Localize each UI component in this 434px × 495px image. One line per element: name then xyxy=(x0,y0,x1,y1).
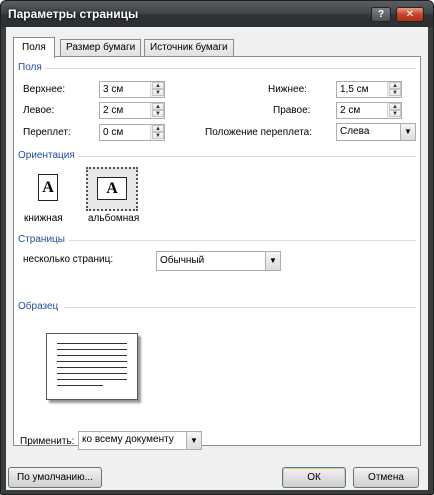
section-divider xyxy=(69,240,416,241)
right-margin-spinner[interactable]: 2 см ▲ ▼ xyxy=(336,102,402,119)
spin-up-icon[interactable]: ▲ xyxy=(389,82,401,89)
preview-line xyxy=(57,343,127,344)
section-pages: Страницы xyxy=(18,234,65,245)
section-preview: Образец xyxy=(18,301,59,312)
gutter-position-value: Слева xyxy=(340,126,370,137)
spin-down-icon[interactable]: ▼ xyxy=(389,110,401,117)
dialog-title: Параметры страницы xyxy=(8,7,139,21)
spin-down-icon[interactable]: ▼ xyxy=(152,110,164,117)
tab-paper-source[interactable]: Источник бумаги xyxy=(144,39,234,57)
dialog-client-area: Поля Размер бумаги Источник бумаги Поля … xyxy=(6,27,428,490)
landscape-page-icon: A xyxy=(97,177,127,200)
section-orientation: Ориентация xyxy=(18,150,75,161)
spin-up-icon[interactable]: ▲ xyxy=(152,103,164,110)
right-margin-value: 2 см xyxy=(340,105,361,116)
left-margin-value: 2 см xyxy=(103,105,124,116)
top-margin-value: 3 см xyxy=(103,84,124,95)
preview-line xyxy=(57,349,127,350)
page-setup-dialog: Параметры страницы ? ✕ Поля Размер бумаг… xyxy=(0,0,434,495)
gutter-position-label: Положение переплета: xyxy=(205,127,313,138)
chevron-down-icon[interactable]: ▼ xyxy=(265,252,280,270)
section-divider xyxy=(44,68,416,69)
spin-down-icon[interactable]: ▼ xyxy=(389,89,401,96)
help-button[interactable]: ? xyxy=(371,7,391,22)
apply-to-select[interactable]: ко всему документу ▼ xyxy=(78,431,202,450)
top-margin-label: Верхнее: xyxy=(23,84,66,95)
bottom-margin-value: 1,5 см xyxy=(340,84,369,95)
preview-line xyxy=(57,361,127,362)
spin-down-icon[interactable]: ▼ xyxy=(152,132,164,139)
chevron-down-icon[interactable]: ▼ xyxy=(186,432,201,449)
gutter-spinner[interactable]: 0 см ▲ ▼ xyxy=(99,124,165,141)
left-margin-spinner[interactable]: 2 см ▲ ▼ xyxy=(99,102,165,119)
close-button[interactable]: ✕ xyxy=(396,7,424,22)
section-divider xyxy=(64,307,416,308)
preview-line xyxy=(57,355,127,356)
page-preview xyxy=(46,333,138,400)
bottom-margin-spinner[interactable]: 1,5 см ▲ ▼ xyxy=(336,81,402,98)
spin-up-icon[interactable]: ▲ xyxy=(389,103,401,110)
landscape-orientation-button[interactable]: A xyxy=(86,167,138,211)
multiple-pages-label: несколько страниц: xyxy=(23,254,114,265)
top-margin-spinner[interactable]: 3 см ▲ ▼ xyxy=(99,81,165,98)
multiple-pages-value: Обычный xyxy=(160,255,205,266)
cancel-button[interactable]: Отмена xyxy=(353,467,419,488)
set-default-button[interactable]: По умолчанию... xyxy=(8,467,102,488)
apply-to-value: ко всему документу xyxy=(82,434,174,445)
gutter-value: 0 см xyxy=(103,127,124,138)
preview-line xyxy=(57,373,127,374)
bottom-margin-label: Нижнее: xyxy=(268,84,307,95)
portrait-orientation-button[interactable]: A xyxy=(26,169,66,209)
spin-down-icon[interactable]: ▼ xyxy=(152,89,164,96)
gutter-label: Переплет: xyxy=(23,127,71,138)
tab-margins[interactable]: Поля xyxy=(13,37,55,58)
section-divider xyxy=(79,156,416,157)
ok-button[interactable]: ОК xyxy=(282,467,346,488)
portrait-page-icon: A xyxy=(38,174,58,201)
portrait-label: книжная xyxy=(24,213,63,224)
chevron-down-icon[interactable]: ▼ xyxy=(400,124,415,140)
left-margin-label: Левое: xyxy=(23,105,55,116)
preview-line xyxy=(57,379,127,380)
section-margins: Поля xyxy=(18,62,42,73)
right-margin-label: Правое: xyxy=(273,105,311,116)
preview-line xyxy=(57,367,127,368)
landscape-label: альбомная xyxy=(88,213,140,224)
multiple-pages-select[interactable]: Обычный ▼ xyxy=(156,251,281,271)
title-bar: Параметры страницы ? ✕ xyxy=(1,1,433,27)
spin-up-icon[interactable]: ▲ xyxy=(152,125,164,132)
preview-line xyxy=(57,385,103,386)
apply-to-label: Применить: xyxy=(20,436,75,447)
spin-up-icon[interactable]: ▲ xyxy=(152,82,164,89)
tab-panel-margins: Поля Верхнее: 3 см ▲ ▼ Левое: 2 см ▲ ▼ Пер… xyxy=(13,56,421,450)
gutter-position-select[interactable]: Слева ▼ xyxy=(336,123,416,141)
tab-paper-size[interactable]: Размер бумаги xyxy=(60,39,142,57)
